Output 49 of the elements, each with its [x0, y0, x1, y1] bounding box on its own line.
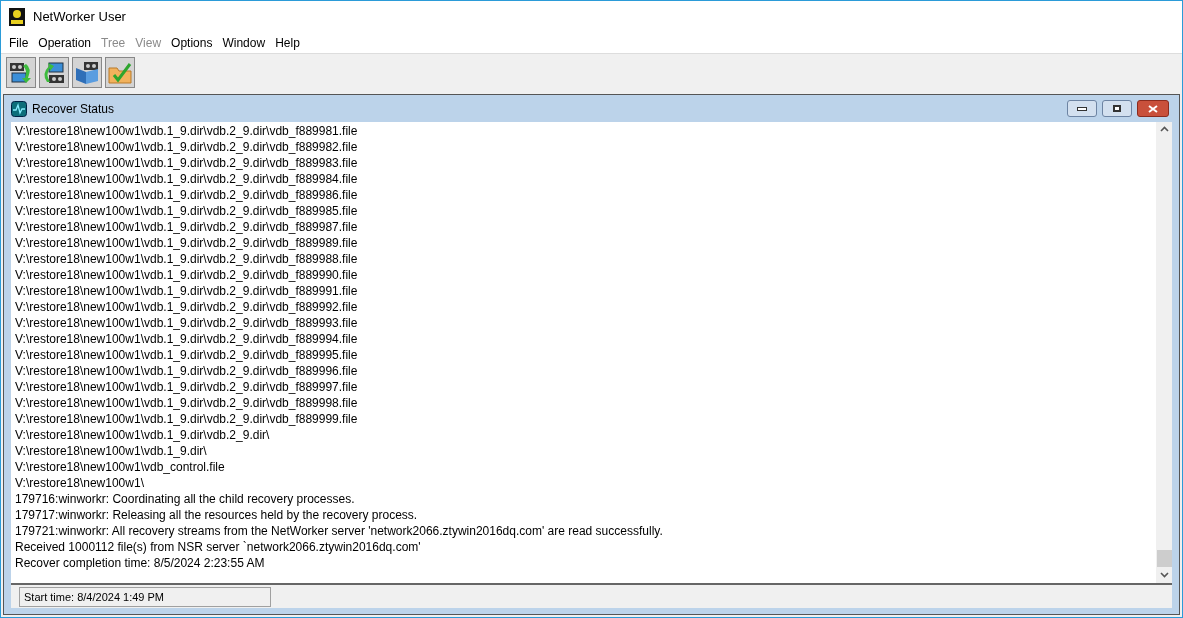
log-line: V:\restore18\new100w1\vdb.1_9.dir\vdb.2_9.dir\vdb_f889984.file [15, 171, 358, 187]
log-line: V:\restore18\new100w1\vdb.1_9.dir\vdb.2_9.dir\vdb_f889990.file [15, 267, 358, 283]
log-line: V:\restore18\new100w1\vdb.1_9.dir\vdb.2_9.dir\vdb_f889985.file [15, 203, 358, 219]
log-line: V:\restore18\new100w1\vdb.1_9.dir\vdb.2_9.dir\vdb_f889982.file [15, 139, 358, 155]
toolbar-button[interactable] [39, 57, 69, 88]
log-line: V:\restore18\new100w1\vdb.1_9.dir\vdb.2_9.dir\vdb_f889993.file [15, 315, 358, 331]
log-line: V:\restore18\new100w1\vdb.1_9.dir\vdb.2_9.dir\vdb_f889994.file [15, 331, 358, 347]
scroll-down-icon[interactable] [1159, 572, 1169, 578]
log-line: V:\restore18\new100w1\vdb.1_9.dir\vdb.2_9.dir\vdb_f889997.file [15, 379, 358, 395]
log-line: V:\restore18\new100w1\vdb.1_9.dir\vdb.2_9.dir\vdb_f889983.file [15, 155, 358, 171]
close-icon [1148, 104, 1158, 113]
log-line: Received 1000112 file(s) from NSR server `network2066.ztywin2016dq.com' [15, 539, 421, 555]
log-line: V:\restore18\new100w1\vdb_control.file [15, 459, 225, 475]
log-line: V:\restore18\new100w1\vdb.1_9.dir\vdb.2_9.dir\vdb_f889986.file [15, 187, 358, 203]
window-title: NetWorker User [33, 8, 126, 27]
scroll-thumb[interactable] [1156, 550, 1172, 567]
child-window-title: Recover Status [32, 100, 116, 118]
menu-item[interactable]: Window [217, 34, 271, 52]
minimize-button[interactable] [1067, 100, 1097, 117]
log-line: V:\restore18\new100w1\vdb.1_9.dir\vdb.2_9.dir\vdb_f889995.file [15, 347, 358, 363]
scroll-up-icon[interactable] [1159, 126, 1169, 132]
close-button[interactable] [1137, 100, 1169, 117]
log-line: V:\restore18\new100w1\vdb.1_9.dir\vdb.2_9.dir\vdb_f889988.file [15, 251, 358, 267]
menu-item[interactable]: Operation [33, 34, 97, 52]
log-line: 179716:winworkr: Coordinating all the child recovery processes. [15, 491, 355, 507]
app-logo-icon [9, 8, 25, 26]
log-line: V:\restore18\new100w1\ [15, 475, 144, 491]
log-line: V:\restore18\new100w1\vdb.1_9.dir\vdb.2_9.dir\vdb_f889989.file [15, 235, 358, 251]
log-line: V:\restore18\new100w1\vdb.1_9.dir\vdb.2_9.dir\vdb_f889998.file [15, 395, 358, 411]
toolbar-button[interactable] [72, 57, 102, 88]
log-line: 179721:winworkr: All recovery streams from the NetWorker server 'network2066.ztywin2016dq.com' are read successfully. [15, 523, 663, 539]
status-field: Start time: 8/4/2024 1:49 PM [19, 586, 271, 607]
pulse-monitor-icon [11, 100, 27, 117]
log-line: V:\restore18\new100w1\vdb.1_9.dir\vdb.2_9.dir\vdb_f889991.file [15, 283, 358, 299]
log-line: V:\restore18\new100w1\vdb.1_9.dir\vdb.2_9.dir\vdb_f889987.file [15, 219, 358, 235]
log-line: V:\restore18\new100w1\vdb.1_9.dir\vdb.2_9.dir\ [15, 427, 270, 443]
log-line: V:\restore18\new100w1\vdb.1_9.dir\vdb.2_9.dir\vdb_f889996.file [15, 363, 358, 379]
log-line: V:\restore18\new100w1\vdb.1_9.dir\vdb.2_9.dir\vdb_f889999.file [15, 411, 358, 427]
menu-item[interactable]: File [4, 34, 34, 52]
menu-item[interactable]: Options [166, 34, 218, 52]
menu-item[interactable]: Help [270, 34, 305, 52]
restore-button[interactable] [1102, 100, 1132, 117]
log-line: 179717:winworkr: Releasing all the resources held by the recovery process. [15, 507, 418, 523]
log-line: V:\restore18\new100w1\vdb.1_9.dir\vdb.2_9.dir\vdb_f889981.file [15, 123, 358, 139]
log-line: V:\restore18\new100w1\vdb.1_9.dir\ [15, 443, 207, 459]
log-line: Recover completion time: 8/5/2024 2:23:55 AM [15, 555, 265, 571]
log-line: V:\restore18\new100w1\vdb.1_9.dir\vdb.2_9.dir\vdb_f889992.file [15, 299, 358, 315]
toolbar-button[interactable] [6, 57, 36, 88]
box-tapes-icon [74, 59, 100, 86]
